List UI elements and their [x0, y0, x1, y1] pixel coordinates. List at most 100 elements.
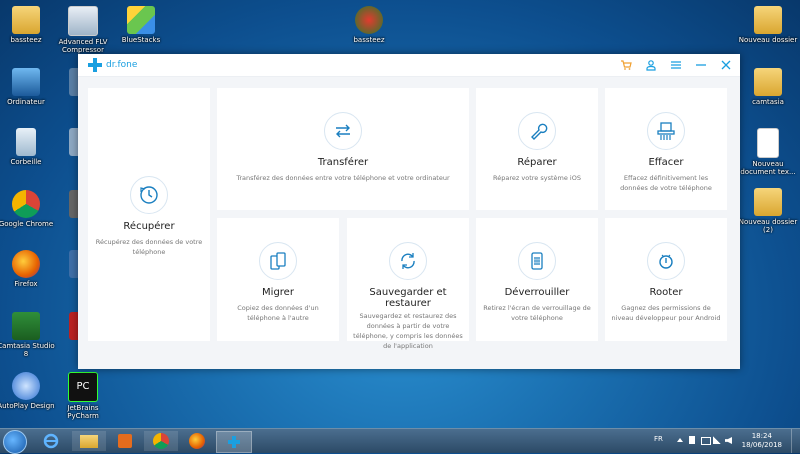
- folder-icon: [754, 68, 782, 96]
- taskbar-firefox[interactable]: [180, 431, 214, 451]
- app-icon: [355, 6, 383, 34]
- card-desc: Réparez votre système iOS: [493, 174, 581, 182]
- clock-time: 18:24: [751, 432, 772, 440]
- clock-date: 18/06/2018: [741, 441, 782, 449]
- app-logo: dr.fone: [88, 58, 137, 72]
- drfone-window: dr.fone Récupérer Récupérez des données …: [78, 54, 740, 369]
- close-icon: [721, 60, 731, 70]
- card-reparer[interactable]: Réparer Réparez votre système iOS: [476, 88, 598, 210]
- taskbar-media[interactable]: [108, 431, 142, 451]
- card-title: Déverrouiller: [504, 287, 570, 298]
- menu-button[interactable]: [668, 57, 684, 73]
- network-icon: [713, 436, 721, 444]
- taskbar-chrome[interactable]: [144, 431, 178, 451]
- recover-clock-icon: [130, 176, 168, 214]
- card-title: Transférer: [317, 157, 369, 168]
- folder-icon: [80, 434, 98, 448]
- folder-icon: [754, 6, 782, 34]
- desktop-icon-bassteez[interactable]: bassteez: [0, 6, 56, 44]
- card-sauvegarder[interactable]: Sauvegarder et restaurer Sauvegardez et …: [347, 218, 469, 350]
- app-name: dr.fone: [106, 60, 138, 70]
- desktop-icon-firefox[interactable]: Firefox: [0, 250, 56, 288]
- phone-unlock-icon: [518, 242, 556, 280]
- folder-icon: [754, 188, 782, 216]
- tray-arrow-icon: [677, 438, 683, 442]
- desktop-icon-advanced-flv[interactable]: Advanced FLV Compressor: [53, 6, 113, 54]
- card-migrer[interactable]: Migrer Copiez des données d'un téléphone…: [217, 218, 339, 341]
- show-desktop-button[interactable]: [791, 429, 800, 453]
- recycle-bin-icon: [16, 128, 36, 156]
- desktop-icon-bluestacks[interactable]: BlueStacks: [111, 6, 171, 44]
- wrench-icon: [518, 112, 556, 150]
- taskbar: FR 18:24 18/06/2018: [0, 428, 800, 454]
- minimize-icon: [696, 64, 706, 66]
- card-desc: Effacez définitivement les données de vo…: [620, 174, 712, 192]
- shredder-icon: [647, 112, 685, 150]
- card-title: Sauvegarder et restaurer: [369, 287, 447, 309]
- title-bar: dr.fone: [78, 54, 740, 77]
- taskbar-explorer[interactable]: [72, 431, 106, 451]
- language-indicator[interactable]: FR: [654, 435, 663, 443]
- card-title: Effacer: [648, 157, 684, 168]
- autoplay-icon: [12, 372, 40, 400]
- taskbar-drfone[interactable]: [216, 431, 252, 453]
- drfone-plus-icon: [228, 436, 240, 448]
- card-desc: Transférez des données entre votre télép…: [236, 174, 450, 182]
- card-desc: Retirez l'écran de verrouillage de votre…: [483, 304, 591, 322]
- cart-icon: [621, 60, 632, 70]
- desktop-icon-autoplay[interactable]: AutoPlay Design: [0, 372, 56, 410]
- card-title: Réparer: [517, 157, 557, 168]
- pycharm-icon: PC: [68, 372, 98, 402]
- card-title: Récupérer: [123, 221, 175, 232]
- flag-icon: [689, 436, 695, 444]
- account-button[interactable]: [643, 57, 659, 73]
- card-recuperer[interactable]: Récupérer Récupérez des données de votre…: [88, 88, 210, 341]
- bluestacks-icon: [127, 6, 155, 34]
- desktop-icon-corbeille[interactable]: Corbeille: [0, 128, 56, 166]
- close-button[interactable]: [718, 57, 734, 73]
- sync-icon: [389, 242, 427, 280]
- firefox-icon: [189, 433, 205, 449]
- desktop-icon-nouveau-dossier-2[interactable]: Nouveau dossier (2): [738, 188, 798, 234]
- taskbar-ie[interactable]: [34, 431, 68, 451]
- firefox-icon: [12, 250, 40, 278]
- android-root-icon: [647, 242, 685, 280]
- hamburger-icon: [671, 61, 681, 69]
- computer-icon: [12, 68, 40, 96]
- desktop-icon-nouveau-document[interactable]: Nouveau document tex...: [738, 128, 798, 176]
- chrome-icon: [153, 433, 169, 449]
- desktop-icon-ordinateur[interactable]: Ordinateur: [0, 68, 56, 106]
- tray-icons[interactable]: [677, 436, 737, 445]
- camtasia-icon: [12, 312, 40, 340]
- flv-compressor-icon: [68, 6, 98, 36]
- card-desc: Récupérez des données de votre téléphone: [95, 238, 203, 256]
- card-title: Migrer: [262, 287, 294, 298]
- start-button[interactable]: [3, 430, 27, 454]
- card-desc: Copiez des données d'un téléphone à l'au…: [237, 304, 319, 322]
- folder-icon: [12, 6, 40, 34]
- card-deverrouiller[interactable]: Déverrouiller Retirez l'écran de verroui…: [476, 218, 598, 341]
- card-title: Rooter: [649, 287, 683, 298]
- transfer-arrows-icon: [324, 112, 362, 150]
- desktop-icon-chrome[interactable]: Google Chrome: [0, 190, 56, 228]
- internet-explorer-icon: [43, 433, 59, 449]
- clock[interactable]: 18:24 18/06/2018: [742, 432, 782, 450]
- cart-button[interactable]: [618, 57, 634, 73]
- media-player-icon: [118, 434, 132, 448]
- desktop-icon-camtasia-studio[interactable]: Camtasia Studio 8: [0, 312, 56, 358]
- desktop-icon-bassteez-2[interactable]: bassteez: [339, 6, 399, 44]
- card-effacer[interactable]: Effacer Effacez définitivement les donné…: [605, 88, 727, 210]
- desktop-icon-camtasia[interactable]: camtasia: [738, 68, 798, 106]
- text-document-icon: [757, 128, 779, 158]
- desktop-icon-nouveau-dossier[interactable]: Nouveau dossier: [738, 6, 798, 44]
- user-icon: [646, 60, 656, 71]
- desktop-icon-pycharm[interactable]: PC JetBrains PyCharm: [53, 372, 113, 420]
- main-content: Récupérer Récupérez des données de votre…: [78, 77, 740, 369]
- chrome-icon: [12, 190, 40, 218]
- card-desc: Gagnez des permissions de niveau dévelop…: [611, 304, 721, 322]
- card-rooter[interactable]: Rooter Gagnez des permissions de niveau …: [605, 218, 727, 341]
- card-transferer[interactable]: Transférer Transférez des données entre …: [217, 88, 469, 210]
- volume-icon: [725, 437, 732, 444]
- minimize-button[interactable]: [693, 57, 709, 73]
- phone-migrate-icon: [259, 242, 297, 280]
